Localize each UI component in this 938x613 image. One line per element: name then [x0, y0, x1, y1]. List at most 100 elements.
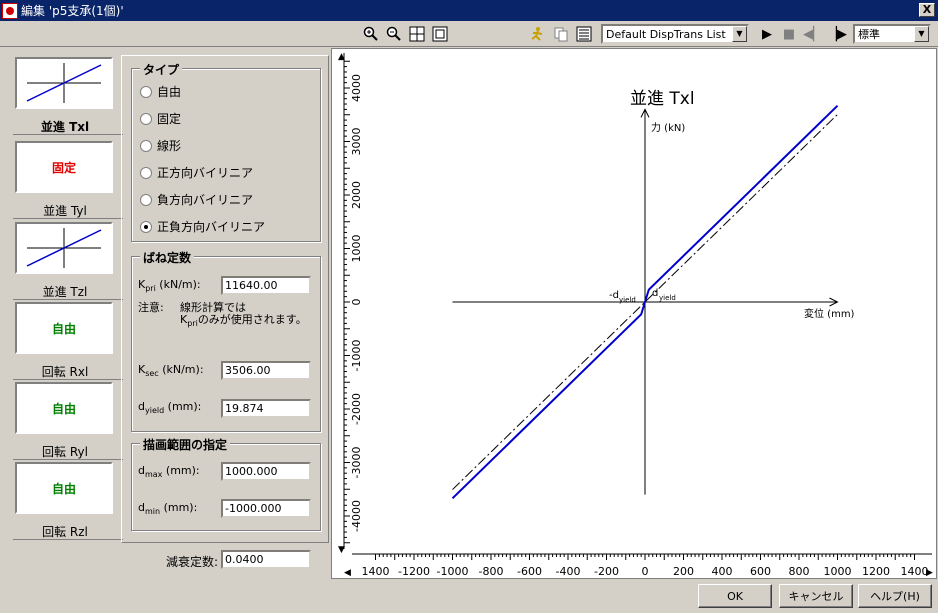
- ruler-down-arrow: ▼: [338, 545, 345, 555]
- copy-icon[interactable]: [552, 25, 570, 43]
- component-list: 並進 Txl 固定 並進 Tyl 並進 Tzl 自由 回転 Rxl 自由 回転 …: [10, 55, 124, 540]
- step-back-icon[interactable]: ◀▏: [803, 25, 823, 43]
- neg-dyield-sub: yield: [619, 296, 636, 304]
- x-tick-label: 1400: [901, 565, 929, 578]
- ksec-input[interactable]: 3506.00: [221, 361, 311, 380]
- ok-button[interactable]: OK: [698, 584, 772, 608]
- x-tick-label: -1000: [437, 565, 469, 578]
- close-button[interactable]: X: [919, 3, 935, 17]
- radio-fixed[interactable]: 固定: [140, 110, 181, 127]
- linear-preview-icon: [26, 228, 102, 268]
- radio-button[interactable]: [140, 166, 152, 179]
- x-tick-label: 400: [712, 565, 733, 578]
- ksec-label: Ksec (kN/m):: [138, 363, 204, 379]
- mode-value: 標準: [858, 28, 880, 41]
- radio-button[interactable]: [140, 193, 152, 206]
- x-tick-label: 600: [750, 565, 771, 578]
- x-tick-label: 800: [789, 565, 810, 578]
- component-ryl[interactable]: 自由 回転 Ryl: [13, 380, 123, 460]
- component-label: 回転 Rzl: [42, 525, 88, 539]
- component-state: 固定: [15, 141, 113, 193]
- component-label: 並進 Tzl: [42, 285, 88, 299]
- kpri-label: Kpri (kN/m):: [138, 278, 201, 294]
- component-tyl[interactable]: 固定 並進 Tyl: [13, 139, 123, 219]
- list-icon[interactable]: [575, 25, 593, 43]
- x-tick-label: -200: [594, 565, 619, 578]
- help-button[interactable]: ヘルプ(H): [858, 584, 932, 608]
- chart-title: 並進 Txl: [630, 89, 695, 109]
- app-icon: [2, 2, 18, 19]
- damping-label: 減衰定数:: [166, 555, 219, 569]
- component-tzl[interactable]: 並進 Tzl: [13, 220, 123, 300]
- x-tick-label: 1200: [862, 565, 890, 578]
- dyield-label: dyield (mm):: [138, 400, 202, 416]
- note-prefix: 注意:: [138, 301, 164, 314]
- dyield-input[interactable]: 19.874: [221, 399, 311, 418]
- y-tick-label: 4000: [350, 74, 363, 102]
- component-label: 回転 Rxl: [41, 365, 89, 379]
- cancel-button[interactable]: キャンセル: [779, 584, 853, 608]
- radio-linear[interactable]: 線形: [140, 137, 181, 154]
- chevron-down-icon[interactable]: ▼: [732, 26, 747, 42]
- spring-group: ばね定数 Kpri (kN/m): 11640.00 注意: 線形計算では Kp…: [131, 249, 321, 432]
- radio-button[interactable]: [140, 112, 152, 125]
- zoom-in-icon[interactable]: [362, 25, 380, 43]
- radio-positive-bilinear[interactable]: 正方向バイリニア: [140, 164, 253, 181]
- component-state: 自由: [15, 302, 113, 354]
- kpri-input[interactable]: 11640.00: [221, 276, 311, 295]
- component-rzl[interactable]: 自由 回転 Rzl: [13, 460, 123, 540]
- x-tick-label: 1400: [362, 565, 390, 578]
- dmin-input[interactable]: -1000.000: [221, 499, 311, 518]
- radio-label: 正負方向バイリニア: [157, 220, 266, 234]
- pos-dyield-sub: yield: [659, 294, 676, 302]
- mode-select[interactable]: 標準 ▼: [853, 24, 931, 44]
- ruler-left-arrow: ◀: [344, 568, 351, 578]
- disp-list-select[interactable]: Default DispTrans List ▼: [601, 24, 749, 44]
- dmax-label: dmax (mm):: [138, 464, 200, 480]
- range-group-title: 描画範囲の指定: [140, 436, 231, 453]
- radio-label: 自由: [157, 85, 182, 99]
- fit-all-icon[interactable]: [408, 25, 426, 43]
- step-forward-icon[interactable]: ▕▶: [827, 25, 847, 43]
- radio-label: 正方向バイリニア: [157, 166, 254, 180]
- type-group: タイプ 自由 固定 線形 正方向バイリニア 負方向バイリニア 正負方向バイリニア: [131, 61, 321, 242]
- radio-free[interactable]: 自由: [140, 83, 181, 100]
- y-tick-label: -3000: [350, 447, 363, 479]
- damping-input[interactable]: 0.0400: [221, 550, 311, 569]
- radio-negative-bilinear[interactable]: 負方向バイリニア: [140, 191, 253, 208]
- radio-label: 負方向バイリニア: [157, 193, 254, 207]
- radio-button-selected[interactable]: [140, 220, 152, 233]
- component-label: 回転 Ryl: [42, 445, 88, 459]
- component-rxl[interactable]: 自由 回転 Rxl: [13, 300, 123, 380]
- y-tick-label: -2000: [350, 393, 363, 425]
- fit-window-icon[interactable]: [431, 25, 449, 43]
- component-txl[interactable]: 並進 Txl: [13, 55, 123, 135]
- x-tick-label: -600: [517, 565, 542, 578]
- button-bar: OK キャンセル ヘルプ(H): [0, 580, 938, 613]
- ruler-up-arrow: ▲: [338, 52, 345, 62]
- bilinear-preview-icon: [26, 63, 102, 103]
- pos-dyield-label: d: [652, 288, 658, 299]
- y-tick-label: 2000: [350, 181, 363, 209]
- component-label: 並進 Tyl: [43, 204, 87, 218]
- chevron-down-icon[interactable]: ▼: [914, 26, 929, 42]
- x-tick-label: -800: [479, 565, 504, 578]
- radio-button[interactable]: [140, 85, 152, 98]
- x-tick-label: -400: [556, 565, 581, 578]
- radio-button[interactable]: [140, 139, 152, 152]
- zoom-out-icon[interactable]: [385, 25, 403, 43]
- dmax-input[interactable]: 1000.000: [221, 462, 311, 481]
- component-state: 自由: [15, 462, 113, 514]
- component-state: 自由: [15, 382, 113, 434]
- dmin-label: dmin (mm):: [138, 501, 198, 517]
- graph-panel[interactable]: ▲ ▼ 4000 3000 2000 1000 0 -1000 -2000 -3000 -4000 ◀…: [331, 48, 937, 579]
- stop-icon[interactable]: ■: [780, 25, 798, 43]
- x-tick-label: 200: [673, 565, 694, 578]
- disp-list-value: Default DispTrans List: [606, 28, 726, 41]
- y-tick-label: -4000: [350, 500, 363, 532]
- radio-label: 線形: [157, 139, 182, 153]
- play-icon[interactable]: ▶: [758, 25, 776, 43]
- type-group-title: タイプ: [140, 61, 183, 78]
- run-figure-icon[interactable]: [528, 25, 546, 43]
- radio-both-bilinear[interactable]: 正負方向バイリニア: [140, 218, 265, 235]
